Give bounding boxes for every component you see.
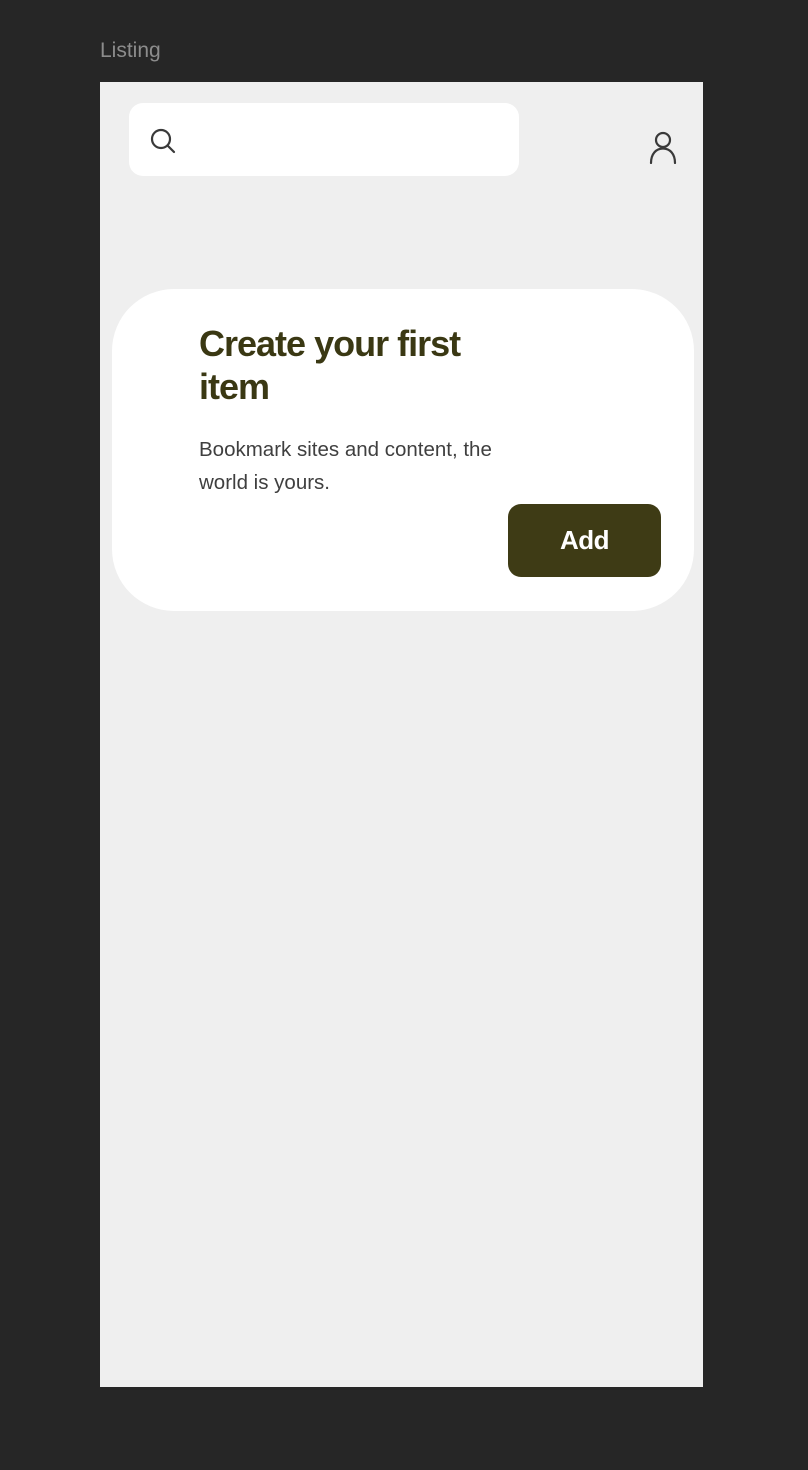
search-icon (150, 128, 176, 154)
search-bar[interactable] (129, 103, 519, 178)
frame-label: Listing (100, 39, 161, 62)
search-input[interactable] (189, 103, 513, 178)
listing-screen: Create your first item Bookmark sites an… (100, 82, 703, 1387)
add-button[interactable]: Add (508, 504, 661, 577)
empty-state-card: Create your first item Bookmark sites an… (112, 289, 694, 611)
empty-state-title: Create your first item (199, 323, 461, 407)
profile-icon[interactable] (645, 130, 681, 164)
empty-state-description: Bookmark sites and content, the world is… (199, 438, 492, 494)
